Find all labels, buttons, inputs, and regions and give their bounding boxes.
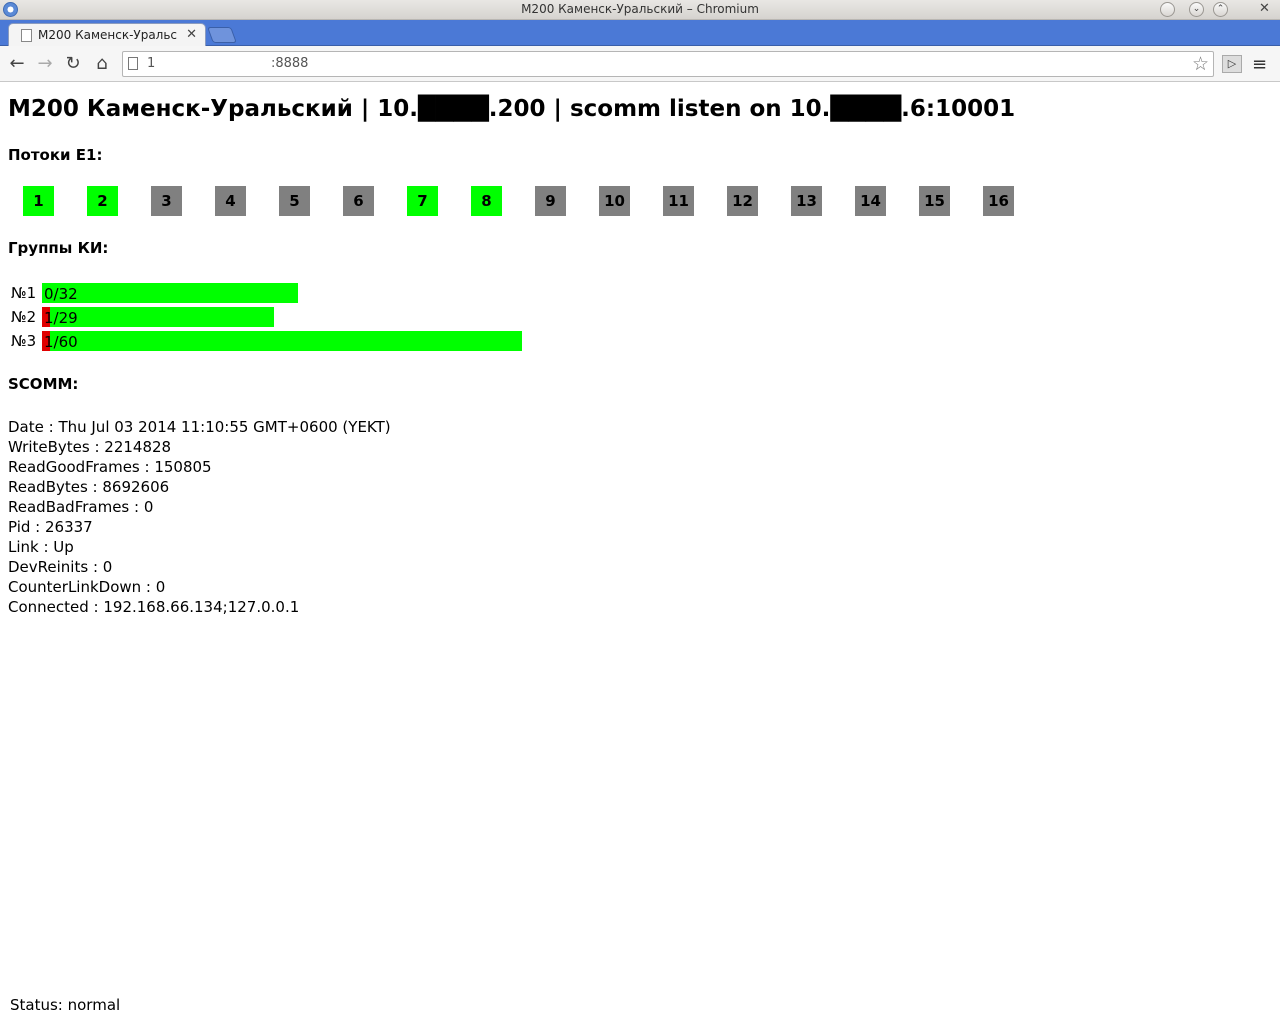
scomm-stat-line: Connected : 192.168.66.134;127.0.0.1 bbox=[8, 598, 300, 616]
scomm-stats: Date : Thu Jul 03 2014 11:10:55 GMT+0600… bbox=[8, 417, 391, 617]
close-tab-icon[interactable]: ✕ bbox=[186, 27, 197, 42]
e1-stream-14: 14 bbox=[855, 186, 886, 216]
e1-stream-9: 9 bbox=[535, 186, 566, 216]
scomm-stat-line: ReadBytes : 8692606 bbox=[8, 478, 170, 496]
tab-title: M200 Каменск-Уральский bbox=[38, 28, 178, 42]
scomm-stat-line: ReadGoodFrames : 150805 bbox=[8, 458, 212, 476]
e1-stream-10: 10 bbox=[599, 186, 630, 216]
e1-stream-4: 4 bbox=[215, 186, 246, 216]
scomm-stat-line: DevReinits : 0 bbox=[8, 558, 113, 576]
e1-stream-1: 1 bbox=[23, 186, 54, 216]
scomm-stat-line: Link : Up bbox=[8, 538, 74, 556]
address-bar[interactable]: 1 :8888 ☆ bbox=[122, 51, 1214, 77]
ki-groups-label: Группы КИ: bbox=[8, 239, 109, 257]
e1-stream-16: 16 bbox=[983, 186, 1014, 216]
e1-stream-12: 12 bbox=[727, 186, 758, 216]
browser-toolbar: ← → ↻ ⌂ 1 :8888 ☆ ▷ ≡ bbox=[0, 46, 1280, 82]
status-text: Status: normal bbox=[10, 996, 121, 1014]
e1-stream-13: 13 bbox=[791, 186, 822, 216]
scomm-stat-line: Pid : 26337 bbox=[8, 518, 93, 536]
ki-group-number: №3 bbox=[11, 332, 37, 350]
e1-stream-11: 11 bbox=[663, 186, 694, 216]
scomm-stat-line: CounterLinkDown : 0 bbox=[8, 578, 166, 596]
e1-stream-2: 2 bbox=[87, 186, 118, 216]
e1-streams-label: Потоки E1: bbox=[8, 146, 103, 164]
forward-icon[interactable]: → bbox=[33, 52, 57, 76]
home-icon[interactable]: ⌂ bbox=[90, 52, 114, 76]
e1-stream-7: 7 bbox=[407, 186, 438, 216]
page-info-icon[interactable] bbox=[128, 57, 138, 70]
ki-group-bar: 1/60 bbox=[42, 331, 522, 351]
reload-icon[interactable]: ↻ bbox=[61, 52, 85, 76]
scomm-stat-line: WriteBytes : 2214828 bbox=[8, 438, 172, 456]
page-title: M200 Каменск-Уральский | 10.████.200 | s… bbox=[8, 96, 1016, 122]
ki-group-bar: 0/32 bbox=[42, 283, 298, 303]
e1-stream-5: 5 bbox=[279, 186, 310, 216]
e1-stream-6: 6 bbox=[343, 186, 374, 216]
bookmark-star-icon[interactable]: ☆ bbox=[1192, 53, 1209, 75]
window-title: M200 Каменск-Уральский – Chromium bbox=[521, 2, 759, 16]
e1-stream-3: 3 bbox=[151, 186, 182, 216]
scomm-label: SCOMM: bbox=[8, 375, 79, 393]
page-icon bbox=[21, 29, 32, 42]
e1-stream-15: 15 bbox=[919, 186, 950, 216]
close-window-icon[interactable]: ✕ bbox=[1257, 2, 1272, 17]
ki-group-number: №2 bbox=[11, 308, 37, 326]
ki-group-count: 0/32 bbox=[44, 285, 78, 303]
scomm-stat-line: Date : Thu Jul 03 2014 11:10:55 GMT+0600… bbox=[8, 418, 391, 436]
extension-icon[interactable]: ▷ bbox=[1222, 55, 1242, 73]
window-titlebar: M200 Каменск-Уральский – Chromium ⌄ ⌃ ✕ bbox=[0, 0, 1280, 20]
tab-strip: M200 Каменск-Уральский ✕ bbox=[0, 20, 1280, 47]
menu-icon[interactable]: ≡ bbox=[1252, 54, 1267, 75]
maximize-icon[interactable]: ⌃ bbox=[1213, 2, 1228, 17]
page-content: M200 Каменск-Уральский | 10.████.200 | s… bbox=[8, 82, 1272, 616]
back-icon[interactable]: ← bbox=[5, 52, 29, 76]
ki-group-count: 1/60 bbox=[44, 333, 78, 351]
scomm-stat-line: ReadBadFrames : 0 bbox=[8, 498, 154, 516]
url-text: 1 :8888 bbox=[147, 56, 309, 71]
ki-group-count: 1/29 bbox=[44, 309, 78, 327]
minimize-icon[interactable]: ⌄ bbox=[1189, 2, 1204, 17]
new-tab-button[interactable] bbox=[207, 27, 237, 43]
ki-group-number: №1 bbox=[11, 284, 37, 302]
ki-group-bar: 1/29 bbox=[42, 307, 274, 327]
browser-tab[interactable]: M200 Каменск-Уральский ✕ bbox=[8, 23, 206, 47]
e1-stream-8: 8 bbox=[471, 186, 502, 216]
